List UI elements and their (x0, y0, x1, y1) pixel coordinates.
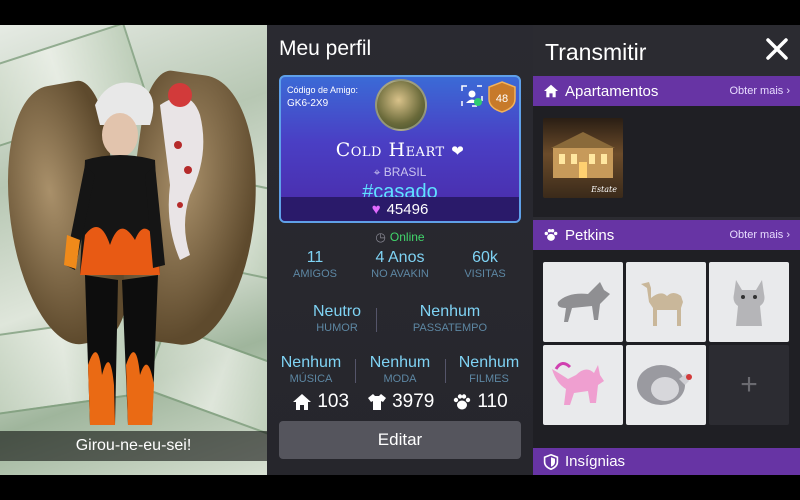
music-field: Nenhum MÚSICA (271, 354, 351, 385)
petkin-turkey[interactable] (626, 345, 706, 425)
scan-friend-icon[interactable] (461, 85, 483, 107)
profile-title: Meu perfil (279, 37, 372, 60)
wolf-image (557, 282, 610, 322)
petkins-label: Petkins (565, 226, 615, 244)
fashion-value: Nenhum (369, 354, 431, 371)
pets-count: 110 (452, 391, 508, 413)
petkin-camel[interactable] (626, 262, 706, 342)
avatar-figure[interactable] (40, 65, 240, 435)
unicorn-image (552, 362, 604, 405)
petkins-more-link[interactable]: Obter mais › (729, 229, 790, 241)
fashion-field: Nenhum MODA (360, 354, 440, 385)
fashion-label: MODA (383, 373, 417, 385)
turkey-image (637, 365, 692, 405)
gems-row: ♥ 45496 (281, 197, 519, 221)
profile-location: BRASIL (383, 165, 427, 179)
bulldog-image (733, 280, 765, 326)
stat-label: AMIGOS (292, 268, 337, 280)
petkin-bulldog[interactable] (709, 262, 789, 342)
movies-label: FILMES (469, 373, 509, 385)
bottom-letterbox (0, 475, 800, 500)
music-value: Nenhum (280, 354, 342, 371)
stat-label: VISITAS (464, 268, 506, 280)
shield-icon (543, 453, 559, 470)
petkin-unicorn[interactable] (543, 345, 623, 425)
mood-field: Neutro HUMOR (287, 303, 387, 334)
petkins-header[interactable]: Petkins Obter mais › (533, 220, 800, 250)
plus-icon: + (740, 368, 758, 401)
avatar-panel: Girou-ne-eu-sei! (0, 25, 267, 475)
divider (445, 359, 446, 383)
music-label: MÚSICA (289, 373, 333, 385)
stat-label: NO AVAKIN (371, 268, 429, 280)
hobby-value: Nenhum (419, 303, 481, 320)
outfits-value: 3979 (392, 391, 435, 412)
close-icon[interactable] (765, 37, 789, 61)
stat-value: 4 Anos (375, 249, 425, 266)
pets-value: 110 (477, 391, 508, 412)
house-icon (293, 394, 312, 410)
apartments-more-link[interactable]: Obter mais › (729, 85, 790, 97)
apartments-list: Estate (533, 106, 800, 217)
outfits-count: 3979 (367, 391, 434, 413)
gems-value: 45496 (386, 200, 429, 218)
profile-card: Código de Amigo: GK6-2X9 48 Cold Heart ❤… (279, 75, 521, 223)
stat-value: 60k (472, 249, 498, 266)
badges-header[interactable]: Insígnias (533, 448, 800, 475)
add-petkin-slot[interactable]: + (709, 345, 789, 425)
paw-icon (454, 394, 471, 410)
level-badge-icon: 48 (488, 81, 516, 113)
mood-label: HUMOR (316, 322, 358, 334)
online-label: Online (389, 230, 425, 244)
homes-count: 103 (292, 391, 349, 413)
profile-panel: Meu perfil Código de Amigo: GK6-2X9 48 C… (267, 25, 533, 475)
apartments-header[interactable]: Apartamentos Obter mais › (533, 76, 800, 106)
apartment-thumbnail[interactable]: Estate (543, 118, 623, 198)
friend-code-label: Código de Amigo: (287, 85, 359, 95)
apartments-label: Apartamentos (565, 82, 659, 100)
clock-icon: ◷ (375, 230, 386, 244)
edit-button[interactable]: Editar (279, 421, 521, 459)
divider (355, 359, 356, 383)
badges-label: Insígnias (565, 453, 626, 470)
shirt-icon (368, 394, 387, 410)
movies-value: Nenhum (458, 354, 520, 371)
avatar-caption: Girou-ne-eu-sei! (0, 431, 267, 461)
movies-field: Nenhum FILMES (449, 354, 529, 385)
petkin-wolf[interactable] (543, 262, 623, 342)
house-icon (544, 84, 558, 98)
stat-visits: 60k VISITAS (445, 249, 525, 280)
top-letterbox (0, 0, 800, 25)
divider (376, 308, 377, 332)
level-value: 48 (496, 93, 508, 105)
stat-value: 11 (306, 249, 324, 266)
hobby-label: PASSATEMPO (412, 322, 488, 334)
transmit-panel: Transmitir Apartamentos Obter mais › Est… (533, 25, 800, 475)
homes-value: 103 (317, 391, 350, 412)
profile-name-row: Cold Heart ❤ (281, 139, 519, 161)
heart-icon: ❤ (451, 142, 465, 160)
online-status: ◷ Online (267, 230, 533, 244)
hobby-field: Nenhum PASSATEMPO (395, 303, 505, 334)
profile-name: Cold Heart (335, 139, 445, 161)
friend-code: GK6-2X9 (287, 98, 329, 109)
apartment-name: Estate (591, 185, 617, 194)
camel-image (641, 282, 683, 326)
transmit-title: Transmitir (545, 39, 647, 65)
stat-age: 4 Anos NO AVAKIN (360, 249, 440, 280)
mood-value: Neutro (312, 303, 362, 320)
gem-heart-icon: ♥ (371, 200, 381, 218)
profile-location-row: ⌖ BRASIL (281, 165, 519, 180)
stat-friends[interactable]: 11 AMIGOS (275, 249, 355, 280)
petkins-grid: + (533, 250, 800, 448)
location-pin-icon: ⌖ (373, 165, 381, 179)
paw-icon (544, 229, 558, 241)
profile-photo[interactable] (375, 79, 427, 131)
collection-counts: 103 3979 110 (267, 391, 533, 413)
